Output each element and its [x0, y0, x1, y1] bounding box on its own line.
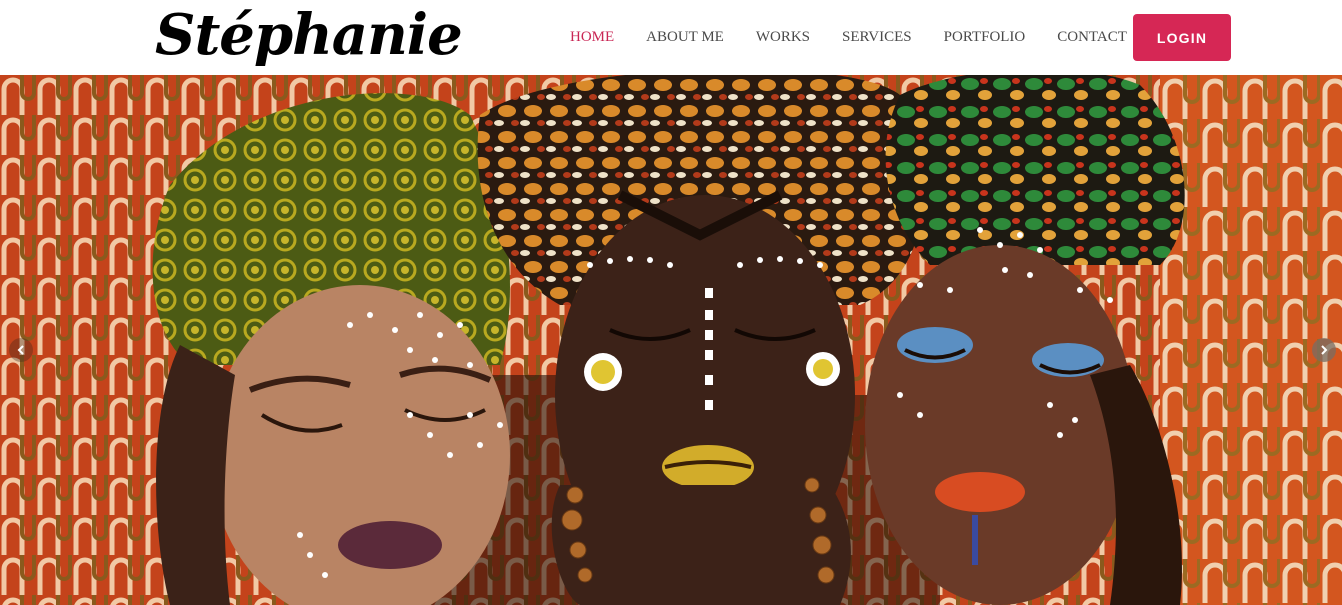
login-button[interactable]: LOGIN — [1133, 14, 1231, 61]
nav-item-portfolio[interactable]: PORTFOLIO — [928, 29, 1042, 46]
nav-item-contact[interactable]: CONTACT — [1041, 29, 1143, 46]
site-logo[interactable]: Stéphanie — [155, 2, 463, 68]
nav-item-about-me[interactable]: ABOUT ME — [630, 29, 740, 46]
hero-slider — [0, 75, 1342, 605]
slider-next-button[interactable] — [1312, 338, 1336, 362]
slider-prev-button[interactable] — [9, 338, 33, 362]
chevron-left-icon — [17, 345, 24, 355]
nav-item-services[interactable]: SERVICES — [826, 29, 928, 46]
hero-image — [0, 75, 1342, 605]
main-nav: HOME ABOUT ME WORKS SERVICES PORTFOLIO C… — [554, 0, 1143, 75]
site-header: Stéphanie HOME ABOUT ME WORKS SERVICES P… — [0, 0, 1342, 75]
nav-item-works[interactable]: WORKS — [740, 29, 826, 46]
chevron-right-icon — [1321, 345, 1328, 355]
nav-item-home[interactable]: HOME — [554, 29, 630, 46]
